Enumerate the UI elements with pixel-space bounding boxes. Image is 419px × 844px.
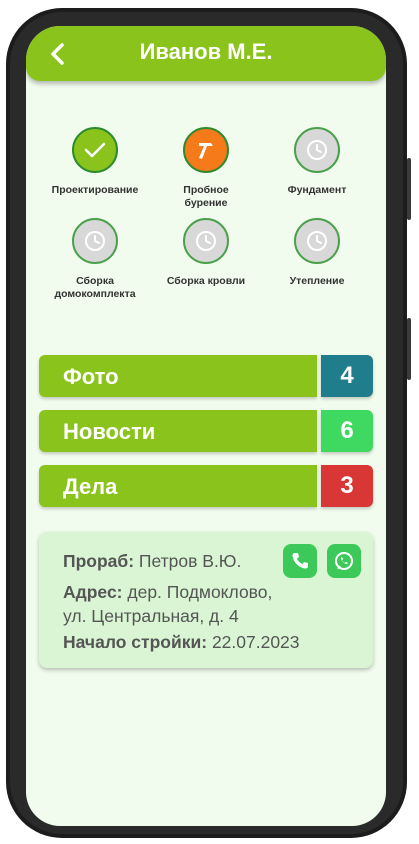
clock-icon <box>307 140 327 160</box>
stage-label: Фундамент <box>287 184 347 196</box>
section-news[interactable]: Новости 6 <box>39 410 373 452</box>
section-count-badge: 4 <box>321 355 373 397</box>
address-label: Адрес: <box>63 582 123 602</box>
section-photos[interactable]: Фото 4 <box>39 355 373 397</box>
section-label: Фото <box>63 364 119 389</box>
section-tasks[interactable]: Дела 3 <box>39 465 373 507</box>
address-value: дер. Подмоклово, <box>127 582 273 602</box>
section-count-badge: 3 <box>321 465 373 507</box>
clock-icon <box>307 231 327 251</box>
stage-status-pending <box>294 218 340 264</box>
start-date-line: Начало стройки: 22.07.2023 <box>63 632 300 653</box>
clock-icon <box>85 231 105 251</box>
stage-status-active <box>183 127 229 173</box>
page-title: Иванов М.Е. <box>139 39 273 64</box>
stage-label: Утепление <box>289 275 345 287</box>
section-label: Новости <box>63 419 156 444</box>
stage-label: Проектирование <box>51 184 139 196</box>
app-screen: Иванов М.Е. Проектирование Пробное бурен… <box>26 26 386 826</box>
section-bar: Новости <box>39 410 317 452</box>
stage-status-done <box>72 127 118 173</box>
app-header: Иванов М.Е. <box>26 26 386 81</box>
stage-design[interactable]: Проектирование <box>40 127 150 197</box>
stage-test-drilling[interactable]: Пробное бурение <box>151 127 261 210</box>
section-bar: Фото <box>39 355 317 397</box>
phone-icon <box>292 553 308 569</box>
stage-foundation[interactable]: Фундамент <box>262 127 372 197</box>
address-line: Адрес: дер. Подмоклово, <box>63 582 272 603</box>
start-date-label: Начало стройки: <box>63 632 208 652</box>
stage-label: Сборка домокомплекта <box>54 275 136 300</box>
whatsapp-icon <box>335 552 353 570</box>
foreman-label: Прораб: <box>63 551 135 571</box>
section-label: Дела <box>63 474 118 499</box>
section-count-badge: 6 <box>321 410 373 452</box>
section-bar: Дела <box>39 465 317 507</box>
stage-label: Сборка кровли <box>166 275 246 287</box>
stage-insulation[interactable]: Утепление <box>262 218 372 288</box>
stage-label: Пробное бурение <box>183 184 229 209</box>
stage-status-pending <box>183 218 229 264</box>
stage-house-kit[interactable]: Сборка домокомплекта <box>40 218 150 301</box>
clock-icon <box>196 231 216 251</box>
project-info-card: Прораб: Петров В.Ю. Адрес: дер. Подмокло… <box>39 532 373 668</box>
whatsapp-button[interactable] <box>327 544 361 578</box>
start-date-value: 22.07.2023 <box>211 632 300 652</box>
side-button <box>407 318 411 380</box>
call-button[interactable] <box>283 544 317 578</box>
stage-status-pending <box>72 218 118 264</box>
address-line-2: ул. Центральная, д. 4 <box>63 606 239 626</box>
foreman-value: Петров В.Ю. <box>138 551 242 571</box>
hammer-icon <box>199 143 213 159</box>
stage-roof[interactable]: Сборка кровли <box>151 218 261 288</box>
check-icon <box>84 142 106 158</box>
stage-status-pending <box>294 127 340 173</box>
foreman-line: Прораб: Петров В.Ю. <box>63 551 241 572</box>
side-button <box>407 158 411 220</box>
